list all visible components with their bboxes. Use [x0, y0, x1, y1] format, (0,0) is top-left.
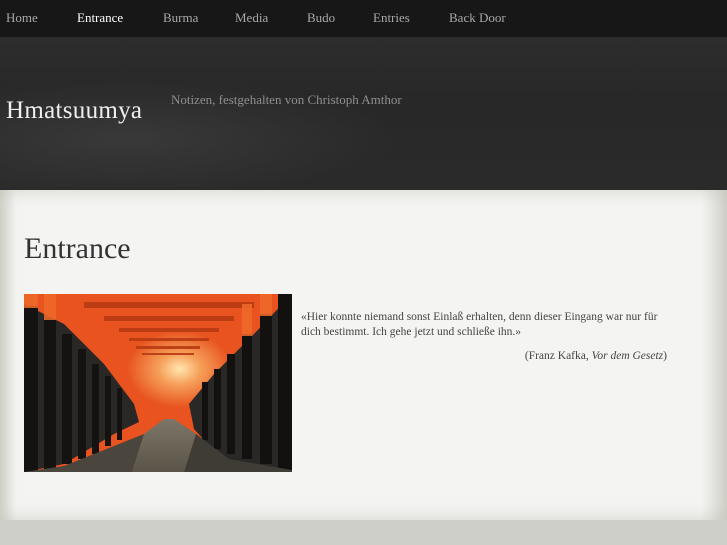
footer-strip	[0, 520, 727, 545]
torii-gate-photo	[24, 294, 292, 472]
top-navigation: Home Entrance Burma Media Budo Entries B…	[0, 0, 727, 38]
site-title[interactable]: Hmatsuumya	[6, 97, 142, 125]
attribution-close: )	[663, 350, 667, 362]
nav-item-media[interactable]: Media	[235, 10, 268, 26]
attribution-author: (Franz Kafka,	[524, 350, 592, 362]
attribution-work: Vor dem Gesetz	[591, 350, 664, 362]
nav-item-entrance[interactable]: Entrance	[77, 10, 123, 26]
paper-edge-right	[701, 190, 727, 520]
kafka-quote: «Hier konnte niemand sonst Einlaß erhalt…	[301, 311, 658, 338]
site-tagline: Notizen, festgehalten von Christoph Amth…	[171, 92, 402, 107]
nav-item-back-door[interactable]: Back Door	[449, 10, 506, 26]
torii-tunnel-image	[24, 294, 292, 472]
nav-item-home[interactable]: Home	[6, 10, 38, 26]
nav-item-entries[interactable]: Entries	[373, 10, 410, 26]
site-header: Hmatsuumya Notizen, festgehalten von Chr…	[0, 38, 727, 190]
content-panel: Entrance «Hier konnte niemand sonst Einl…	[0, 190, 727, 520]
nav-item-burma[interactable]: Burma	[163, 10, 198, 26]
nav-item-budo[interactable]: Budo	[307, 10, 335, 26]
page-title: Entrance	[24, 232, 131, 265]
paper-edge-left	[0, 190, 16, 520]
quote-attribution: (Franz Kafka, Vor dem Gesetz)	[301, 350, 667, 362]
